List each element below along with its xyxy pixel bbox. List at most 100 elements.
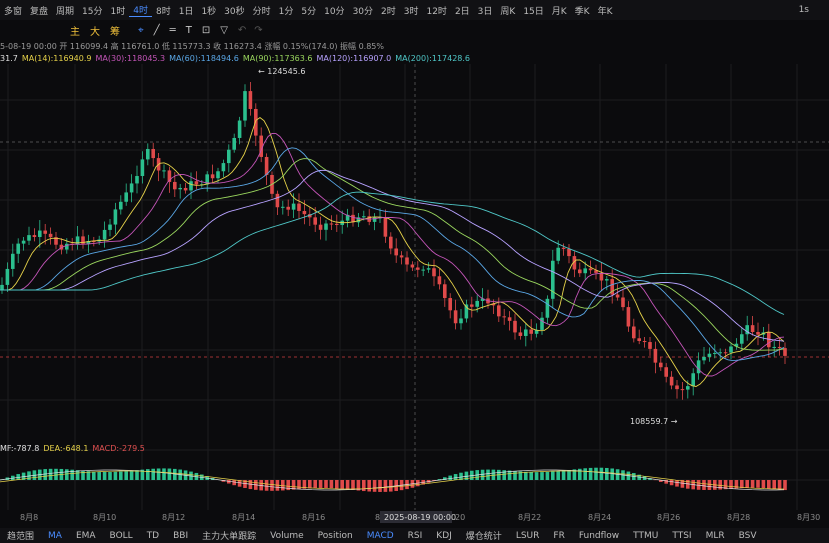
candle-body-32 xyxy=(173,181,177,190)
indicator-tab-11[interactable]: KDJ xyxy=(429,531,459,541)
candle-body-46 xyxy=(248,91,253,109)
macd-bar-60 xyxy=(324,480,328,488)
indicator-tab-16[interactable]: TTMU xyxy=(626,531,665,541)
indicator-tab-19[interactable]: BSV xyxy=(732,531,764,541)
indicator-tab-18[interactable]: MLR xyxy=(699,531,732,541)
macd-bar-50 xyxy=(270,480,274,491)
indicator-bar: 趋范围 MA EMA BOLL TD BBI 主力大单跟踪 Volume Position MAC… xyxy=(0,528,829,543)
candle-body-12 xyxy=(65,243,69,250)
indicator-tab-2[interactable]: EMA xyxy=(69,531,103,541)
macd-bar-24 xyxy=(129,470,134,480)
candle-body-47 xyxy=(254,108,258,136)
macd-bar-59 xyxy=(318,480,323,488)
candle-body-52 xyxy=(281,206,285,208)
macd-bar-64 xyxy=(345,480,350,490)
macd-bar-140 xyxy=(756,480,760,488)
indicator-tab-14[interactable]: FR xyxy=(546,531,571,541)
indicator-tab-10[interactable]: RSI xyxy=(401,531,430,541)
date-label-0: 8月8 xyxy=(20,513,38,522)
candle-body-132 xyxy=(713,352,717,354)
candle-body-25 xyxy=(135,176,139,184)
candle-body-59 xyxy=(318,224,323,230)
indicator-tab-1[interactable]: MA xyxy=(41,531,69,541)
candle-body-108 xyxy=(583,268,587,274)
candle-body-121 xyxy=(653,348,658,363)
indicator-tab-6[interactable]: 主力大单跟踪 xyxy=(195,529,263,542)
indicator-tab-12[interactable]: 爆仓统计 xyxy=(459,529,509,542)
candle-body-119 xyxy=(642,341,647,343)
candle-body-30 xyxy=(162,170,166,172)
indicator-tab-17[interactable]: TTSI xyxy=(665,531,698,541)
candle-body-122 xyxy=(659,362,663,368)
candle-body-23 xyxy=(124,192,128,202)
macd-bar-14 xyxy=(75,470,80,480)
candle-body-143 xyxy=(772,346,776,348)
candle-body-20 xyxy=(108,224,112,230)
candle-body-92 xyxy=(497,305,501,317)
macd-bar-145 xyxy=(783,480,787,491)
macd-legend: MF:-787.8 DEA:-648.1 MACD:-279.5 xyxy=(0,444,149,453)
macd-bar-143 xyxy=(772,480,776,489)
macd-bar-23 xyxy=(124,471,128,480)
candle-body-41 xyxy=(221,163,226,172)
candle-body-61 xyxy=(329,223,334,225)
candle-body-81 xyxy=(437,276,442,285)
candle-body-85 xyxy=(459,318,463,324)
candle-body-60 xyxy=(324,223,328,230)
date-label-4: 8月16 xyxy=(302,513,325,522)
macd-bar-131 xyxy=(707,480,712,490)
macd-bar-15 xyxy=(81,470,85,480)
candle-body-14 xyxy=(75,236,80,245)
indicator-tab-8[interactable]: Position xyxy=(311,531,360,541)
candle-body-67 xyxy=(362,216,366,218)
indicator-tab-9[interactable]: MACD xyxy=(360,531,401,541)
candle-body-126 xyxy=(680,389,685,391)
indicator-tab-4[interactable]: TD xyxy=(140,531,166,541)
candle-body-71 xyxy=(383,217,388,237)
indicator-tab-7[interactable]: Volume xyxy=(263,531,310,541)
candle-body-5 xyxy=(27,235,31,241)
high-annotation: ← 124545.6 xyxy=(258,67,305,76)
candle-body-7 xyxy=(38,230,42,238)
indicator-tab-13[interactable]: LSUR xyxy=(509,531,547,541)
candle-body-8 xyxy=(43,230,47,234)
macd-bar-68 xyxy=(367,480,371,492)
candle-body-49 xyxy=(264,156,269,175)
candle-body-111 xyxy=(599,272,604,281)
indicator-tab-5[interactable]: BBI xyxy=(166,531,195,541)
candle-body-54 xyxy=(291,203,296,210)
macd-bar-62 xyxy=(335,480,339,489)
macd-bar-9 xyxy=(48,468,53,480)
candle-body-104 xyxy=(561,247,566,249)
candle-body-87 xyxy=(470,304,474,307)
macd-bar-90 xyxy=(486,469,490,480)
date-label-8: 8月24 xyxy=(588,513,611,522)
date-label-7: 8月22 xyxy=(518,513,541,522)
macd-bar-97 xyxy=(524,471,528,480)
macd-label-1: DEA:-648.1 xyxy=(43,444,89,453)
candle-body-101 xyxy=(545,298,550,318)
indicator-tab-15[interactable]: Fundflow xyxy=(572,531,626,541)
candle-body-19 xyxy=(102,229,107,240)
candle-body-55 xyxy=(297,203,301,211)
indicator-tab-0[interactable]: 趋范围 xyxy=(0,529,41,542)
macd-bar-55 xyxy=(297,480,301,490)
candle-body-137 xyxy=(740,334,744,344)
candle-body-102 xyxy=(551,260,555,299)
macd-bar-109 xyxy=(588,467,593,480)
indicator-tab-3[interactable]: BOLL xyxy=(103,531,140,541)
candle-body-88 xyxy=(475,300,479,307)
macd-bar-144 xyxy=(777,480,782,490)
candle-body-42 xyxy=(227,149,231,164)
candle-body-83 xyxy=(448,298,452,311)
macd-bar-69 xyxy=(372,480,377,492)
candle-body-9 xyxy=(48,233,53,238)
candle-body-112 xyxy=(605,279,609,281)
macd-bar-21 xyxy=(113,471,118,480)
candle-body-107 xyxy=(578,269,582,274)
candle-body-72 xyxy=(389,236,393,249)
macd-bar-102 xyxy=(551,471,555,480)
macd-bar-49 xyxy=(264,480,269,491)
candle-body-114 xyxy=(615,294,620,298)
macd-bar-43 xyxy=(232,480,236,486)
